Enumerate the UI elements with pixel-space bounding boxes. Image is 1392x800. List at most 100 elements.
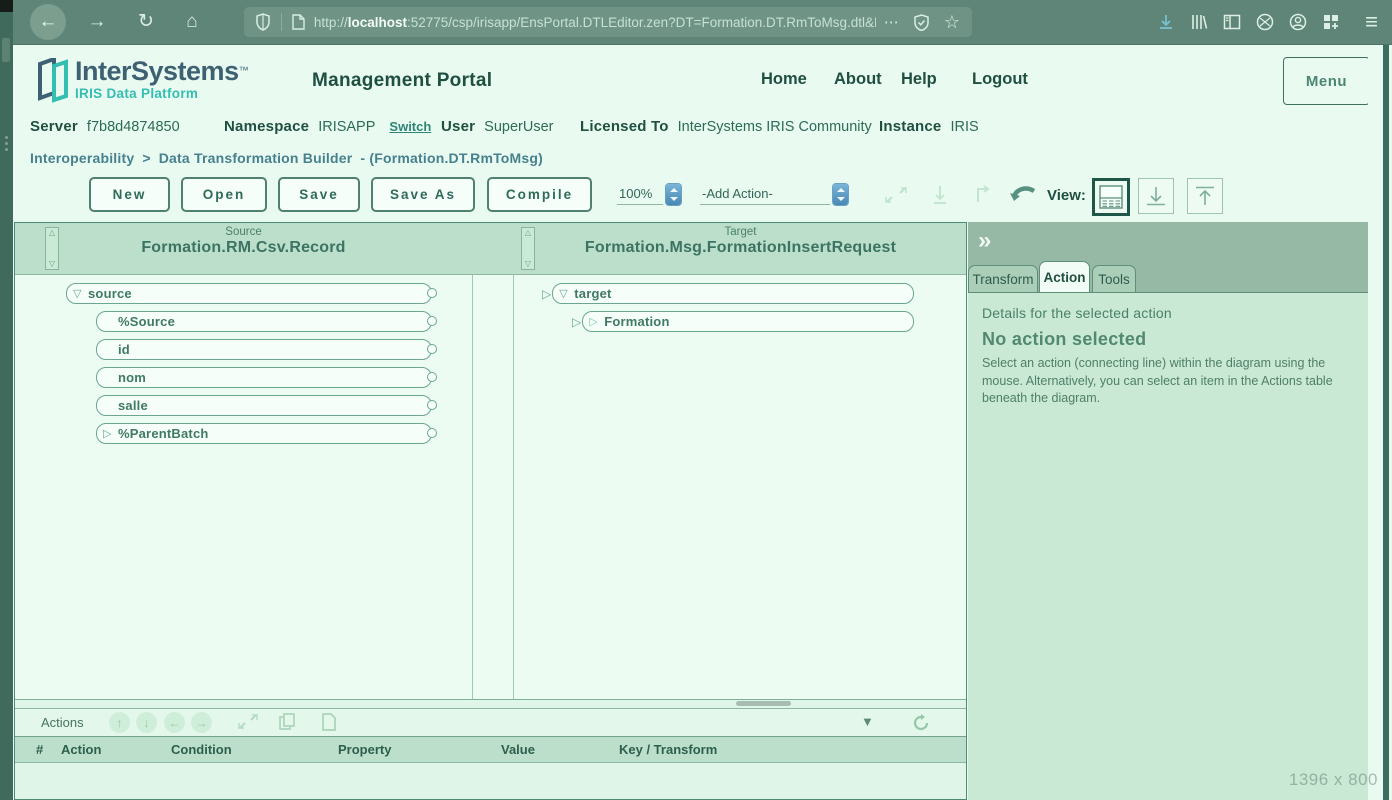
diagram-canvas[interactable]: ▽ source %Source id bbox=[15, 275, 966, 699]
nav-home[interactable]: Home bbox=[761, 70, 807, 89]
breadcrumb-separator: > bbox=[142, 150, 150, 166]
intersystems-logo: InterSystems™ IRIS Data Platform bbox=[75, 58, 249, 101]
forward-button[interactable]: → bbox=[82, 7, 112, 37]
breadcrumb-interoperability[interactable]: Interoperability bbox=[30, 150, 134, 166]
target-node-row: ▷ ▷ Formation bbox=[572, 311, 914, 332]
expand-panel-icon[interactable]: » bbox=[978, 227, 991, 255]
overflow-menu-icon[interactable]: ⋯ bbox=[884, 13, 899, 31]
back-button[interactable]: ← bbox=[30, 4, 66, 40]
diagram-hscrollbar[interactable] bbox=[15, 699, 966, 708]
tab-action[interactable]: Action bbox=[1039, 261, 1090, 292]
move-left-icon[interactable]: ← bbox=[164, 712, 185, 733]
menu-hamburger-icon[interactable]: ≡ bbox=[1365, 9, 1378, 35]
collapse-triangle-icon[interactable]: ▽ bbox=[73, 287, 88, 300]
menu-button[interactable]: Menu bbox=[1283, 57, 1370, 105]
collapse-triangle-icon[interactable]: ▽ bbox=[559, 287, 574, 300]
hscrollbar-thumb[interactable] bbox=[736, 701, 791, 706]
refresh-actions-icon[interactable] bbox=[911, 713, 931, 733]
server-info-user: UserSuperUser bbox=[441, 118, 553, 136]
source-connector[interactable] bbox=[427, 344, 437, 354]
source-node-source[interactable]: ▽ source bbox=[66, 283, 432, 304]
tab-tools[interactable]: Tools bbox=[1092, 265, 1136, 292]
downloads-icon[interactable] bbox=[1157, 13, 1175, 31]
move-right-icon[interactable]: → bbox=[191, 712, 212, 733]
address-bar[interactable]: http://localhost:52775/csp/irisapp/EnsPo… bbox=[244, 7, 972, 37]
target-node-target[interactable]: ▽ target bbox=[552, 283, 914, 304]
source-node-id[interactable]: id bbox=[96, 339, 432, 360]
library-icon[interactable] bbox=[1190, 13, 1208, 31]
copy-action-icon[interactable] bbox=[278, 713, 298, 731]
extensions-icon[interactable] bbox=[1322, 13, 1340, 31]
scroll-down-icon[interactable]: ▽ bbox=[525, 259, 531, 269]
source-node-row: nom bbox=[96, 367, 432, 388]
source-connector[interactable] bbox=[427, 316, 437, 326]
nav-logout[interactable]: Logout bbox=[972, 70, 1028, 89]
page-title: Management Portal bbox=[312, 70, 492, 92]
tracking-protection-icon[interactable] bbox=[913, 14, 930, 31]
source-node-%ParentBatch[interactable]: ▷ %ParentBatch bbox=[96, 423, 432, 444]
add-action-stepper-icon[interactable] bbox=[833, 184, 848, 205]
open-button[interactable]: Open bbox=[181, 177, 267, 212]
bookmark-star-icon[interactable]: ☆ bbox=[944, 12, 960, 33]
actions-toolbar: Actions ↑ ↓ ← → ▼ bbox=[15, 708, 966, 736]
collapse-actions-icon[interactable]: ▼ bbox=[861, 714, 874, 729]
refresh-button[interactable]: ↻ bbox=[131, 7, 161, 37]
undo-icon[interactable] bbox=[1008, 185, 1038, 207]
view-table-button[interactable] bbox=[1138, 178, 1174, 214]
switch-namespace-link[interactable]: Switch bbox=[389, 119, 431, 134]
disconnect-icon[interactable] bbox=[883, 184, 909, 206]
expand-triangle-icon[interactable]: ▷ bbox=[103, 427, 118, 440]
actions-table-body[interactable] bbox=[15, 762, 966, 799]
new-button[interactable]: New bbox=[89, 177, 170, 212]
breadcrumb-dtl-builder[interactable]: Data Transformation Builder bbox=[159, 150, 353, 166]
corner-arrow-icon[interactable] bbox=[974, 184, 992, 204]
corner-dark-block bbox=[0, 0, 13, 12]
view-split-button[interactable] bbox=[1092, 178, 1130, 216]
url-divider bbox=[281, 13, 282, 31]
target-anchor-triangle-icon[interactable]: ▷ bbox=[572, 315, 581, 329]
save-as-button[interactable]: Save As bbox=[371, 177, 475, 212]
target-node-row: ▷ ▽ target bbox=[542, 283, 914, 304]
server-info-row: Serverf7b8d4874850 NamespaceIRISAPPSwitc… bbox=[30, 118, 1130, 140]
page-vscrollbar[interactable] bbox=[1383, 44, 1389, 800]
compile-button[interactable]: Compile bbox=[487, 177, 592, 212]
back-icon: ← bbox=[33, 7, 63, 37]
source-connector[interactable] bbox=[427, 372, 437, 382]
disconnect-action-icon[interactable] bbox=[237, 713, 259, 731]
zoom-stepper-icon[interactable] bbox=[666, 184, 681, 205]
source-node-salle[interactable]: salle bbox=[96, 395, 432, 416]
page-info-icon[interactable] bbox=[292, 14, 305, 30]
nav-help[interactable]: Help bbox=[901, 70, 937, 89]
target-anchor-triangle-icon[interactable]: ▷ bbox=[542, 287, 551, 301]
move-up-icon[interactable]: ↑ bbox=[109, 712, 130, 733]
col-value: Value bbox=[501, 742, 535, 757]
add-action-select[interactable]: -Add Action- bbox=[700, 184, 848, 205]
container-tabs-icon[interactable] bbox=[1256, 13, 1274, 31]
account-icon[interactable] bbox=[1289, 13, 1307, 31]
sidebar-toggle-icon[interactable] bbox=[1223, 13, 1241, 31]
move-down-icon[interactable] bbox=[930, 184, 950, 206]
view-diagram-button[interactable] bbox=[1187, 178, 1223, 214]
source-connector[interactable] bbox=[427, 400, 437, 410]
source-connector[interactable] bbox=[427, 288, 437, 298]
source-node-row: salle bbox=[96, 395, 432, 416]
tab-transform[interactable]: Transform bbox=[968, 265, 1038, 292]
paste-action-icon[interactable] bbox=[321, 713, 337, 731]
url-text[interactable]: http://localhost:52775/csp/irisapp/EnsPo… bbox=[314, 15, 876, 30]
move-down-icon[interactable]: ↓ bbox=[136, 712, 157, 733]
target-node-formation[interactable]: ▷ Formation bbox=[582, 311, 914, 332]
strip-notch bbox=[2, 38, 10, 62]
zoom-select[interactable]: 100% bbox=[617, 184, 681, 205]
source-connector[interactable] bbox=[427, 428, 437, 438]
source-node-%Source[interactable]: %Source bbox=[96, 311, 432, 332]
shield-permissions-icon[interactable] bbox=[255, 13, 271, 31]
nav-about[interactable]: About bbox=[834, 70, 882, 89]
source-node-nom[interactable]: nom bbox=[96, 367, 432, 388]
save-button[interactable]: Save bbox=[278, 177, 360, 212]
col-condition: Condition bbox=[171, 742, 232, 757]
expand-triangle-icon[interactable]: ▷ bbox=[589, 315, 604, 328]
resolution-indicator: 1396 x 800 bbox=[1289, 770, 1378, 790]
home-button[interactable]: ⌂ bbox=[177, 7, 207, 37]
scroll-down-icon[interactable]: ▽ bbox=[49, 259, 55, 269]
strip-dot bbox=[5, 148, 8, 151]
